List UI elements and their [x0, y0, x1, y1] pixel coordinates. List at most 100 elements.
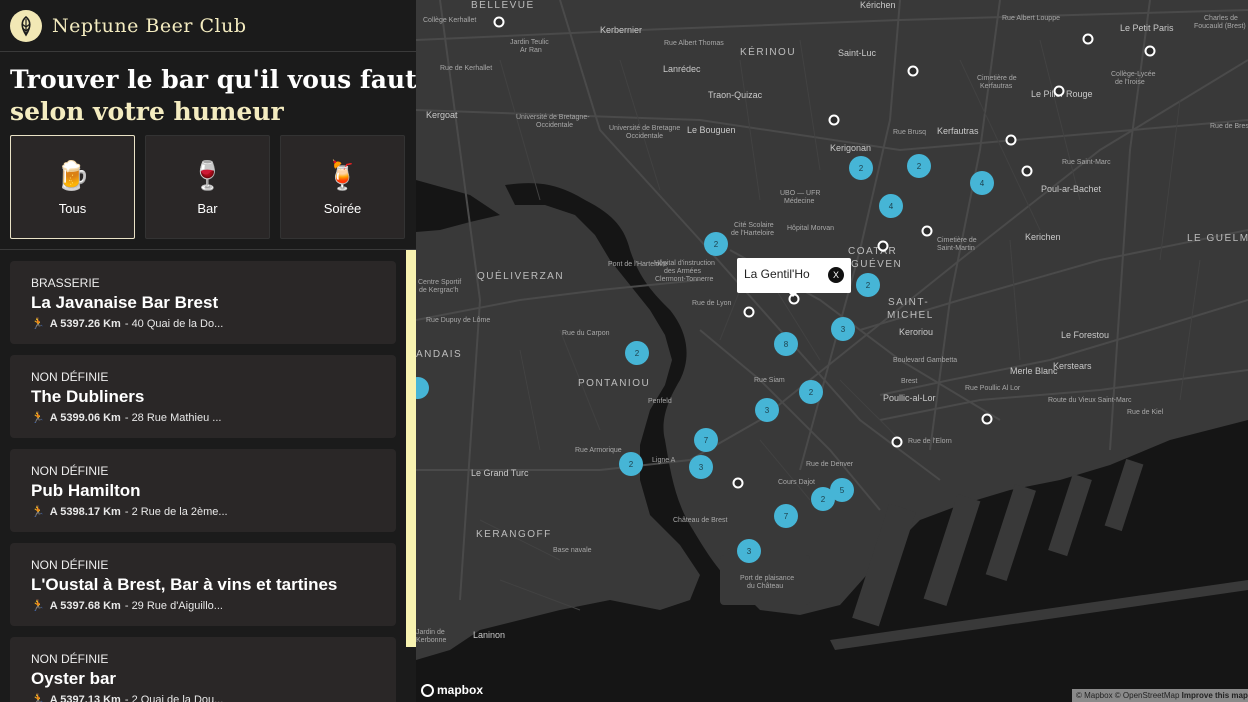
map-place-label: Occidentale	[626, 133, 663, 140]
map-place-label: KERANGOFF	[476, 529, 552, 540]
cluster-count: 2	[714, 240, 719, 249]
bar-location-marker[interactable]	[907, 65, 919, 77]
popup-close-button[interactable]: X	[828, 267, 844, 283]
map-place-label: COATAR	[848, 246, 897, 257]
map-place-label: Laninon	[473, 630, 505, 640]
cluster-count: 2	[635, 349, 640, 358]
map-place-label: Merle Blanc	[1010, 366, 1058, 376]
bar-location-marker[interactable]	[828, 114, 840, 126]
cluster-marker[interactable]: 2	[856, 273, 880, 297]
map-place-label: SAINT-	[888, 297, 929, 308]
bar-location-marker[interactable]	[1144, 45, 1156, 57]
cluster-marker-edge[interactable]	[416, 377, 429, 399]
map-place-label: Rue de Kiel	[1127, 409, 1164, 416]
filter-soiree-button[interactable]: 🍹 Soirée	[280, 135, 405, 239]
scrollbar-thumb[interactable]	[406, 250, 416, 647]
map-place-label: Foucauld (Brest)	[1194, 23, 1246, 30]
map-place-label: Ligne A	[652, 457, 676, 464]
bar-location-marker[interactable]	[1053, 85, 1065, 97]
map-place-label: Rue de Lyon	[692, 300, 732, 307]
cluster-marker[interactable]: 8	[774, 332, 798, 356]
map-place-label: ANDAIS	[416, 349, 462, 360]
map-place-label: MICHEL	[887, 310, 934, 321]
map-place-label: Ar Ran	[520, 47, 542, 54]
cluster-count: 2	[629, 460, 634, 469]
map-place-label: Rue de Brest	[1210, 123, 1248, 130]
map-place-label: des Armées	[664, 268, 701, 275]
cluster-marker[interactable]: 2	[625, 341, 649, 365]
bar-card[interactable]: NON DÉFINIE Pub Hamilton 🏃 A 5398.17 Km …	[10, 449, 396, 532]
bar-location-marker[interactable]	[877, 240, 889, 252]
bar-name: Pub Hamilton	[31, 481, 141, 500]
brand-name[interactable]: Neptune Beer Club	[52, 15, 247, 37]
map-place-label: UBO — UFR	[780, 190, 820, 197]
map-place-label: Cimetière de	[937, 237, 977, 244]
filter-tous-button[interactable]: 🍺 Tous	[10, 135, 135, 239]
map-place-label: Hôpital Morvan	[787, 225, 834, 232]
map-place-label: QUÉLIVERZAN	[477, 269, 564, 282]
cluster-marker[interactable]: 3	[831, 317, 855, 341]
map-markers[interactable]	[493, 16, 1156, 489]
sidebar: Neptune Beer Club Trouver le bar qu'il v…	[0, 0, 416, 702]
cluster-count: 2	[821, 495, 826, 504]
map-place-label: Penfeld	[648, 398, 672, 405]
map-place-label: Rue du Carpon	[562, 330, 610, 337]
cluster-marker[interactable]: 2	[811, 487, 835, 511]
bar-location-marker[interactable]	[732, 477, 744, 489]
list-scrollbar[interactable]	[406, 250, 416, 702]
bar-distance: A 5399.06 Km	[49, 411, 121, 424]
walking-person-icon: 🏃	[31, 694, 45, 702]
bar-location-marker[interactable]	[743, 306, 755, 318]
cluster-marker[interactable]: 7	[774, 504, 798, 528]
bar-location-marker[interactable]	[1082, 33, 1094, 45]
map-place-label: Jardin de	[416, 629, 445, 636]
hop-icon[interactable]	[10, 9, 42, 42]
cluster-marker[interactable]: 3	[755, 398, 779, 422]
bar-card[interactable]: NON DÉFINIE Oyster bar 🏃 A 5397.13 Km - …	[10, 637, 396, 702]
cluster-marker[interactable]: 2	[907, 154, 931, 178]
bar-meta: 🏃 A 5397.68 Km - 29 Rue d'Aiguillo...	[31, 599, 396, 613]
cluster-count: 2	[809, 388, 814, 397]
bar-location-marker[interactable]	[981, 413, 993, 425]
map-place-label: Kerfautras	[937, 126, 979, 136]
filter-bar-button[interactable]: 🍷 Bar	[145, 135, 270, 239]
cluster-marker[interactable]: 2	[619, 452, 643, 476]
bar-location-marker[interactable]	[921, 225, 933, 237]
map-place-label: Le Grand Turc	[471, 468, 529, 478]
map-place-label: BELLEVUE	[471, 0, 535, 11]
improve-map-link[interactable]: Improve this map	[1182, 691, 1248, 700]
bar-name: Oyster bar	[31, 669, 117, 688]
cluster-marker[interactable]: 3	[737, 539, 761, 563]
map-place-label: Rue de l'Elorn	[908, 438, 952, 445]
cluster-marker[interactable]: 2	[704, 232, 728, 256]
map-canvas[interactable]: BELLEVUE Kérichen Rue Albert Louppe Le Peti…	[416, 0, 1248, 702]
popup-tip	[788, 292, 798, 297]
map-place-label: Base navale	[553, 547, 592, 554]
cluster-count: 3	[747, 547, 752, 556]
cluster-marker[interactable]: 7	[694, 428, 718, 452]
map-place-label: Rue Albert Thomas	[664, 40, 724, 47]
cluster-marker[interactable]: 2	[849, 156, 873, 180]
cluster-count: 2	[866, 281, 871, 290]
bar-location-marker[interactable]	[891, 436, 903, 448]
bar-card[interactable]: NON DÉFINIE L'Oustal à Brest, Bar à vins…	[10, 543, 396, 626]
map-place-label: Brest	[901, 378, 917, 385]
bar-location-marker[interactable]	[1021, 165, 1033, 177]
mood-filters: 🍺 Tous 🍷 Bar 🍹 Soirée	[10, 135, 406, 239]
mapbox-logo[interactable]: mapbox	[421, 683, 483, 697]
map-place-label: GUÉVEN	[851, 257, 902, 270]
map-place-label: Occidentale	[536, 122, 573, 129]
walking-person-icon: 🏃	[31, 506, 45, 518]
cluster-marker[interactable]: 3	[689, 455, 713, 479]
map-view[interactable]: BELLEVUE Kérichen Rue Albert Louppe Le Peti…	[416, 0, 1248, 702]
marker-popup[interactable]: La Gentil'Ho X	[737, 258, 851, 293]
bar-location-marker[interactable]	[1005, 134, 1017, 146]
bar-location-marker[interactable]	[493, 16, 505, 28]
map-place-label: Clermont-Tonnerre	[655, 276, 713, 283]
bar-card[interactable]: NON DÉFINIE The Dubliners 🏃 A 5399.06 Km…	[10, 355, 396, 438]
cluster-marker[interactable]: 4	[879, 194, 903, 218]
cluster-count: 2	[917, 162, 922, 171]
bar-card[interactable]: BRASSERIE La Javanaise Bar Brest 🏃 A 539…	[10, 261, 396, 344]
cluster-marker[interactable]: 4	[970, 171, 994, 195]
cluster-marker[interactable]: 2	[799, 380, 823, 404]
